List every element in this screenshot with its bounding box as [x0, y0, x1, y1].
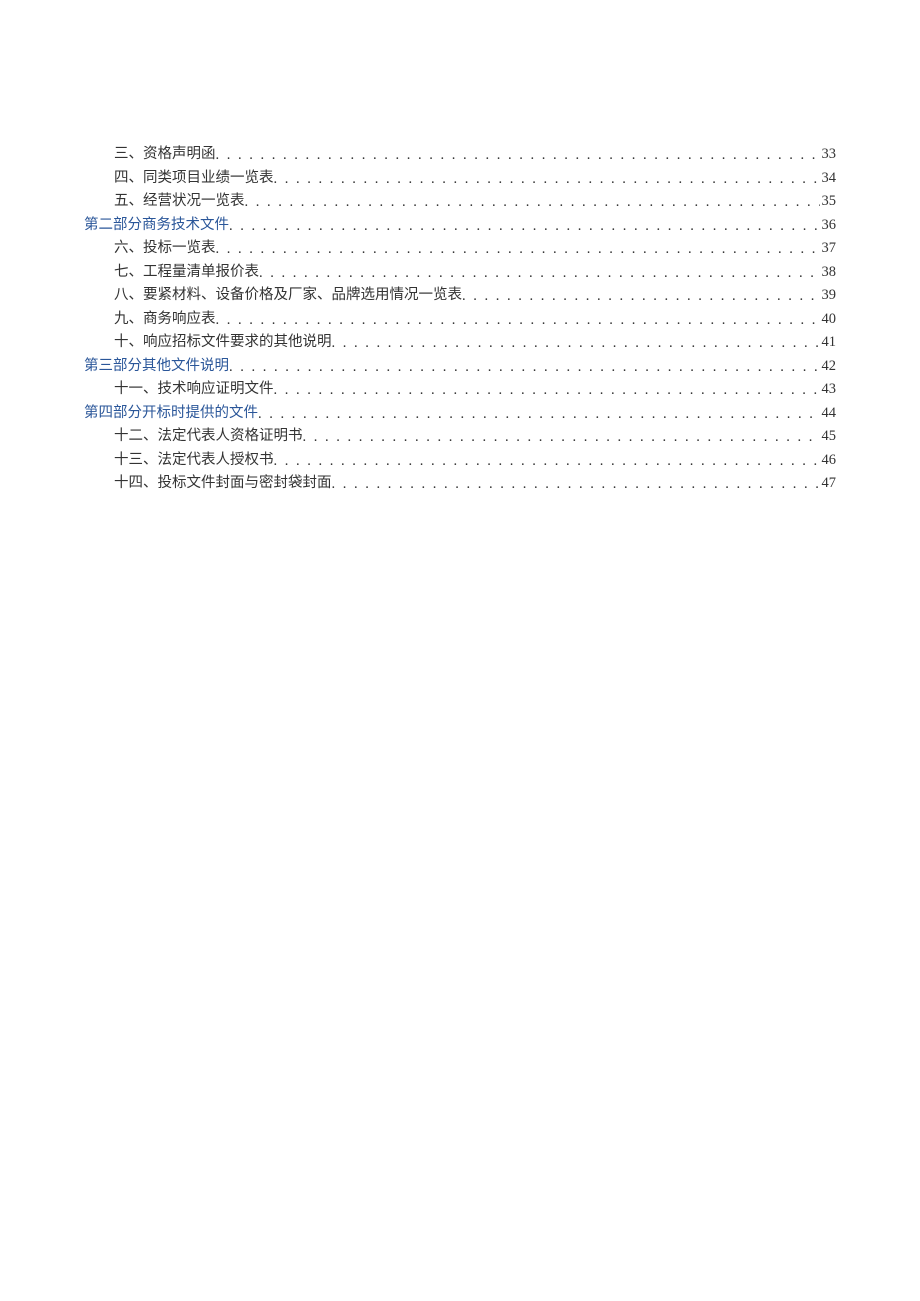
toc-page-number: 43 — [820, 381, 837, 398]
toc-entry: 十二、法定代表人资格证明书 45 — [84, 424, 836, 448]
toc-label: 第四部分开标时提供的文件 — [84, 401, 258, 422]
toc-label: 十、响应招标文件要求的其他说明 — [114, 330, 332, 351]
toc-leader-dots — [216, 241, 820, 258]
toc-label: 七、工程量清单报价表 — [114, 260, 259, 281]
toc-leader-dots — [216, 147, 820, 164]
toc-label: 三、资格声明函 — [114, 142, 216, 163]
toc-label: 五、经营状况一览表 — [114, 189, 245, 210]
toc-label: 十一、技术响应证明文件 — [114, 377, 274, 398]
toc-label: 十三、法定代表人授权书 — [114, 448, 274, 469]
toc-entry: 八、要紧材料、设备价格及厂家、品牌选用情况一览表 39 — [84, 283, 836, 307]
toc-entry: 五、经营状况一览表 35 — [84, 189, 836, 213]
toc-entry: 十一、技术响应证明文件 43 — [84, 377, 836, 401]
toc-page-number: 42 — [820, 358, 837, 375]
toc-label: 八、要紧材料、设备价格及厂家、品牌选用情况一览表 — [114, 283, 462, 304]
toc-entry[interactable]: 第二部分商务技术文件 36 — [84, 213, 836, 237]
toc-entry: 十四、投标文件封面与密封袋封面 47 — [84, 471, 836, 495]
toc-leader-dots — [274, 171, 820, 188]
toc-entry: 四、同类项目业绩一览表 34 — [84, 166, 836, 190]
toc-label: 六、投标一览表 — [114, 236, 216, 257]
toc-entry: 七、工程量清单报价表 38 — [84, 260, 836, 284]
toc-leader-dots — [245, 194, 820, 211]
toc-leader-dots — [258, 406, 820, 423]
toc-entry: 十三、法定代表人授权书 46 — [84, 448, 836, 472]
toc-page-number: 35 — [820, 193, 837, 210]
toc-leader-dots — [259, 265, 820, 282]
toc-leader-dots — [229, 359, 820, 376]
toc-entry[interactable]: 第三部分其他文件说明 42 — [84, 354, 836, 378]
toc-label: 第二部分商务技术文件 — [84, 213, 229, 234]
toc-page-number: 47 — [820, 475, 837, 492]
toc-leader-dots — [274, 382, 820, 399]
toc-entry: 十、响应招标文件要求的其他说明 41 — [84, 330, 836, 354]
toc-page-number: 34 — [820, 170, 837, 187]
table-of-contents: 三、资格声明函 33 四、同类项目业绩一览表 34 五、经营状况一览表 35 第二部分商务技… — [84, 142, 836, 495]
toc-label: 十四、投标文件封面与密封袋封面 — [114, 471, 332, 492]
toc-page-number: 46 — [820, 452, 837, 469]
toc-page-number: 39 — [820, 287, 837, 304]
toc-page-number: 44 — [820, 405, 837, 422]
toc-leader-dots — [462, 288, 820, 305]
toc-page-number: 41 — [820, 334, 837, 351]
toc-entry[interactable]: 第四部分开标时提供的文件 44 — [84, 401, 836, 425]
toc-leader-dots — [229, 218, 820, 235]
toc-leader-dots — [332, 476, 820, 493]
toc-page-number: 40 — [820, 311, 837, 328]
toc-entry: 三、资格声明函 33 — [84, 142, 836, 166]
toc-page-number: 36 — [820, 217, 837, 234]
toc-label: 九、商务响应表 — [114, 307, 216, 328]
toc-leader-dots — [274, 453, 820, 470]
toc-entry: 六、投标一览表 37 — [84, 236, 836, 260]
toc-page-number: 45 — [820, 428, 837, 445]
toc-leader-dots — [303, 429, 820, 446]
toc-label: 四、同类项目业绩一览表 — [114, 166, 274, 187]
toc-entry: 九、商务响应表 40 — [84, 307, 836, 331]
toc-label: 十二、法定代表人资格证明书 — [114, 424, 303, 445]
toc-page-number: 33 — [820, 146, 837, 163]
toc-page-number: 38 — [820, 264, 837, 281]
toc-page-number: 37 — [820, 240, 837, 257]
toc-leader-dots — [216, 312, 820, 329]
toc-label: 第三部分其他文件说明 — [84, 354, 229, 375]
toc-leader-dots — [332, 335, 820, 352]
